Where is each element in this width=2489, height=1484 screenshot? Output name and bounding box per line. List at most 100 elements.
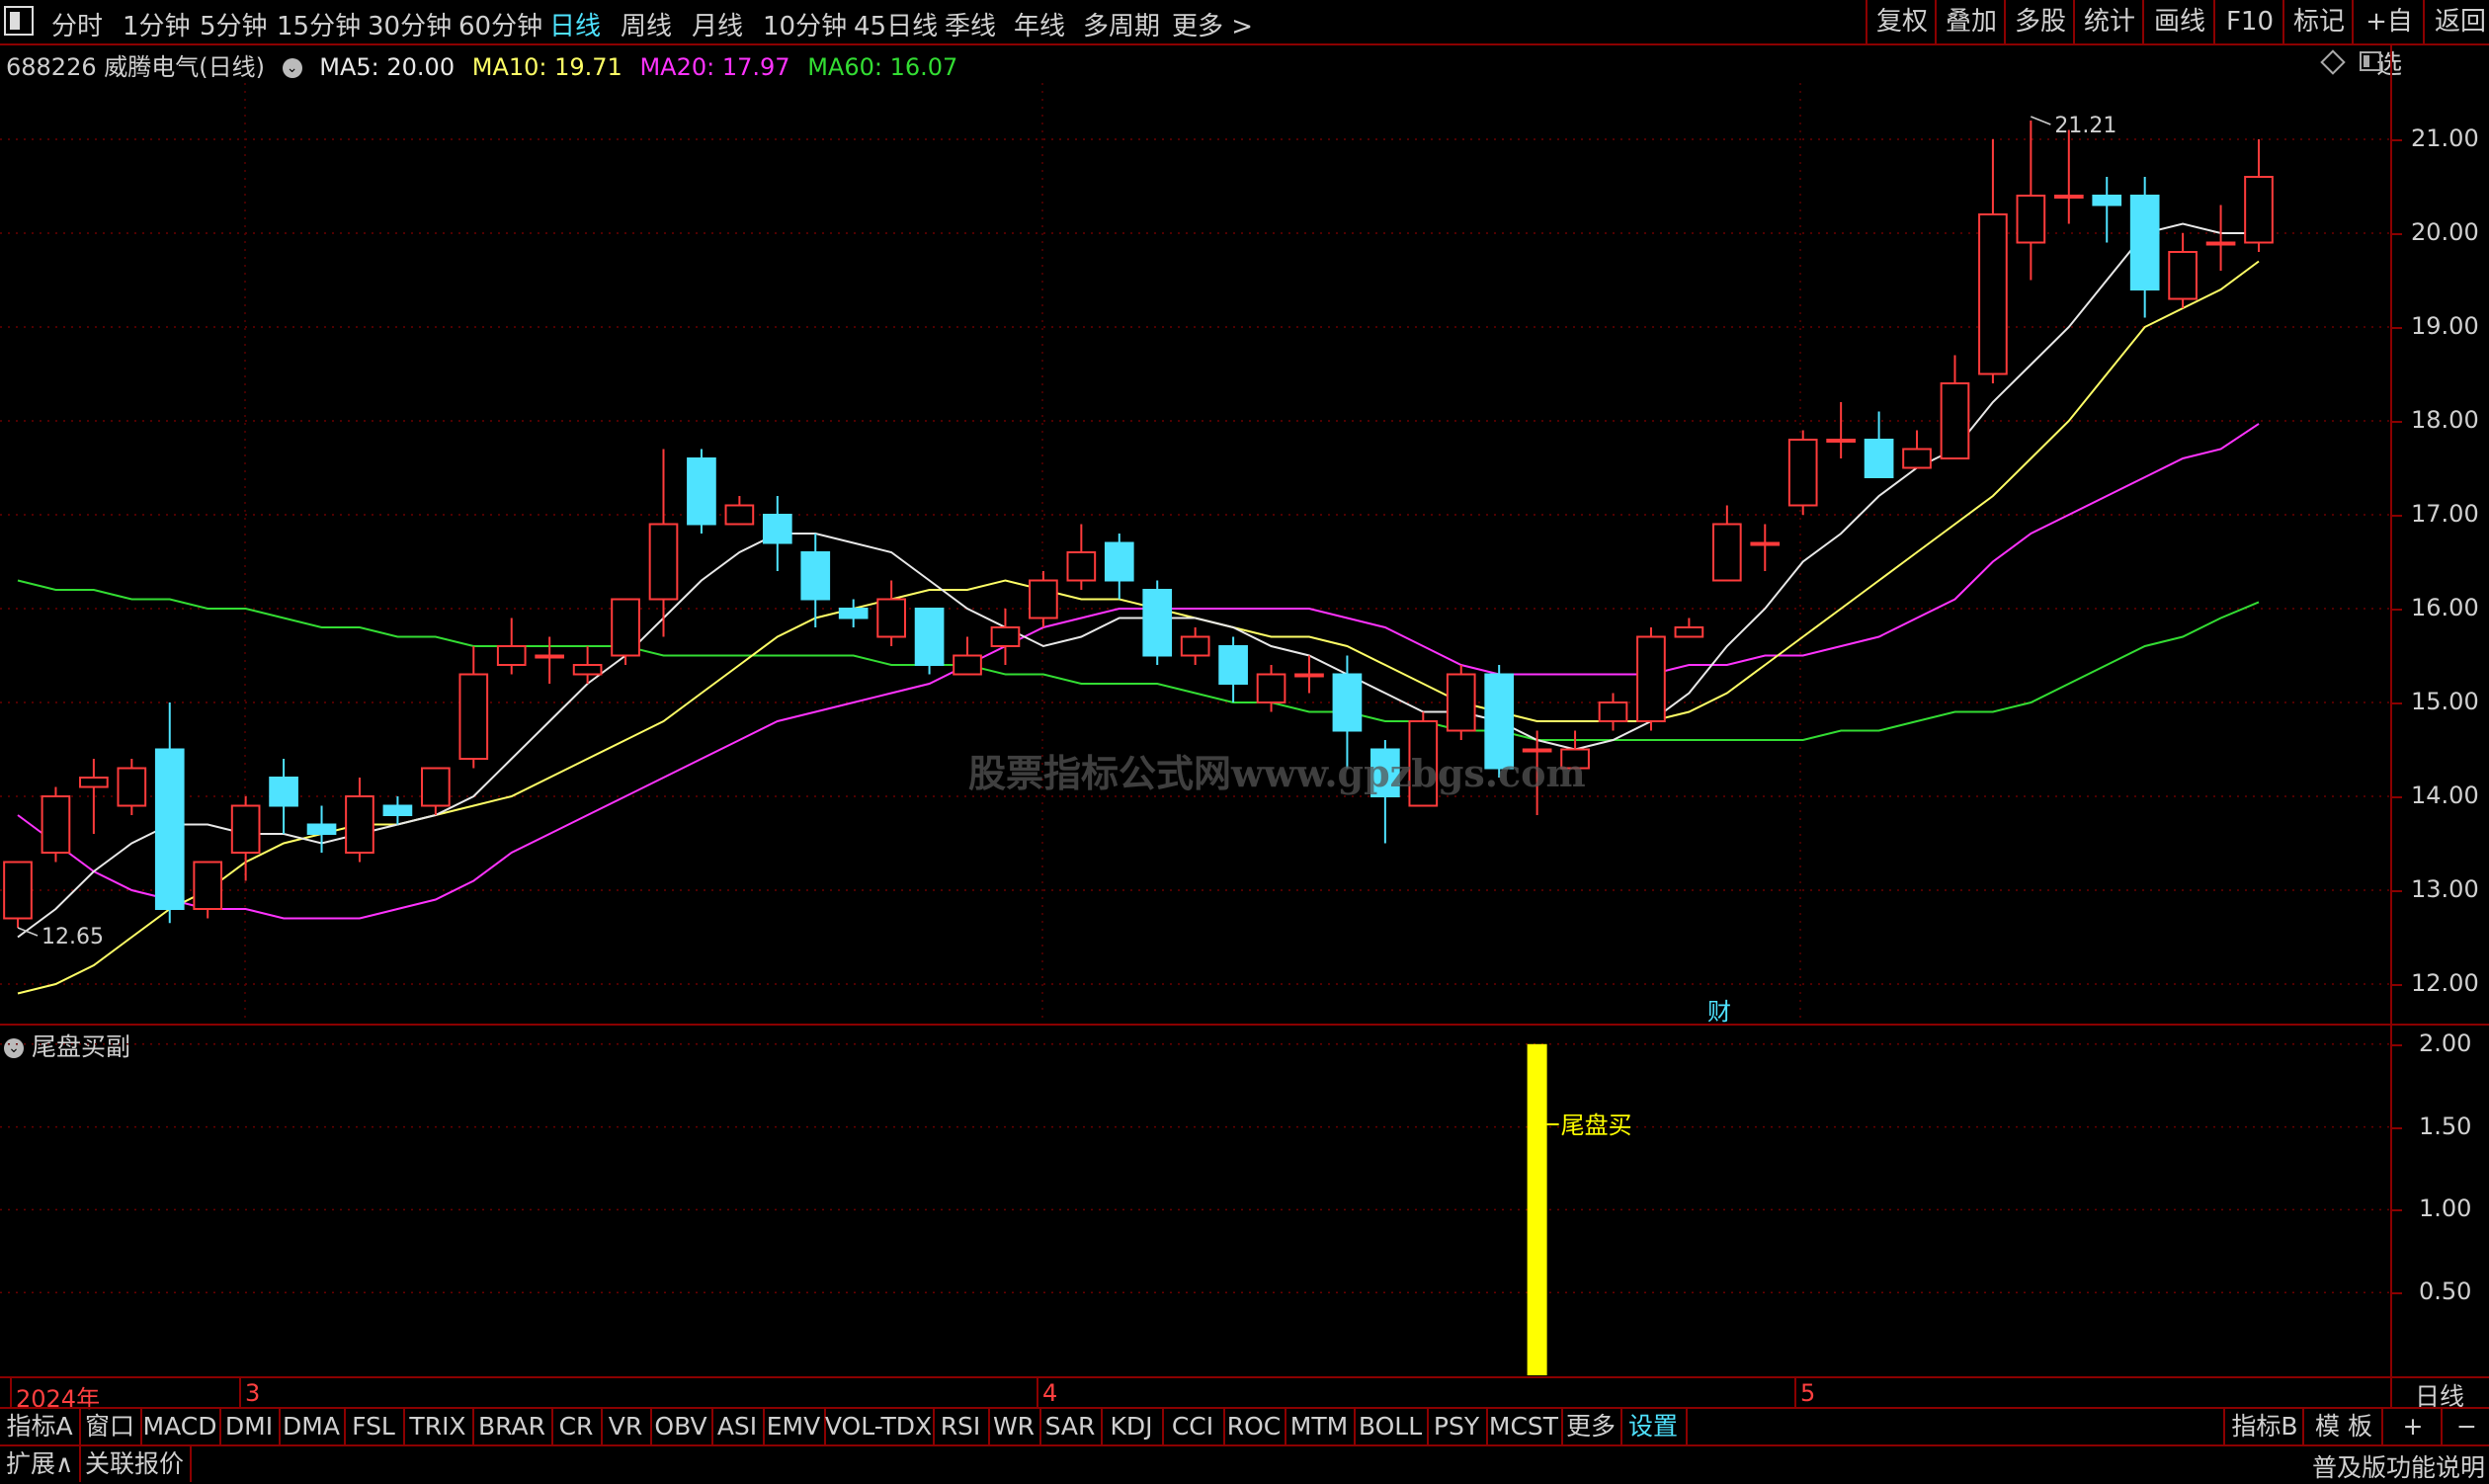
candle[interactable] — [1750, 524, 1781, 572]
period-tab-6[interactable]: 日线 — [549, 6, 601, 42]
indicator-tab-psy[interactable]: PSY — [1427, 1409, 1488, 1444]
candle[interactable] — [1218, 636, 1248, 703]
candle[interactable] — [838, 599, 869, 628]
candle[interactable] — [193, 861, 223, 919]
candle[interactable] — [2016, 121, 2046, 281]
indicator-tab-macd[interactable]: MACD — [140, 1409, 221, 1444]
indicator-tab-dmi[interactable]: DMI — [219, 1409, 281, 1444]
period-tab-11[interactable]: 季线 — [945, 6, 996, 42]
candle[interactable] — [2168, 233, 2198, 308]
bottom-tab-1[interactable]: 关联报价 — [79, 1446, 193, 1482]
period-tab-13[interactable]: 多周期 — [1083, 6, 1160, 42]
candle[interactable] — [611, 598, 640, 666]
candle[interactable] — [1826, 402, 1856, 458]
indicator-tab-trix[interactable]: TRIX — [403, 1409, 474, 1444]
period-tab-5[interactable]: 60分钟 — [458, 6, 542, 42]
candle[interactable] — [1029, 571, 1058, 627]
chevron-down-icon[interactable]: ⌄ — [282, 58, 302, 78]
candle[interactable] — [1598, 693, 1628, 731]
candle[interactable] — [1711, 505, 1742, 582]
candle[interactable] — [1636, 627, 1666, 731]
period-tab-4[interactable]: 30分钟 — [368, 6, 452, 42]
indicator-tab-fsl[interactable]: FSL — [344, 1409, 405, 1444]
period-tab-14[interactable]: 更多 > — [1172, 6, 1253, 42]
indicator-tab-指标a[interactable]: 指标A — [0, 1409, 81, 1444]
signal-chart[interactable]: 尾盘买 — [0, 1028, 2390, 1375]
indicator-tab-mcst[interactable]: MCST — [1486, 1409, 1563, 1444]
period-tab-9[interactable]: 10分钟 — [763, 6, 847, 42]
candle[interactable] — [914, 608, 945, 675]
indicator-tab-vol-tdx[interactable]: VOL-TDX — [824, 1409, 935, 1444]
candle[interactable] — [1104, 534, 1134, 600]
toolbar-button-8[interactable]: 返回 — [2423, 0, 2489, 43]
indicator-tab-brar[interactable]: BRAR — [472, 1409, 553, 1444]
period-tab-0[interactable]: 分时 — [51, 6, 103, 42]
candle[interactable] — [724, 496, 755, 526]
candle[interactable] — [2244, 139, 2274, 252]
candle[interactable] — [41, 786, 71, 863]
finance-marker[interactable]: 财 — [1707, 992, 1731, 1027]
indicator-tab-emv[interactable]: EMV — [763, 1409, 826, 1444]
indicator-tab-obv[interactable]: OBV — [650, 1409, 713, 1444]
candle[interactable] — [876, 580, 906, 647]
candle[interactable] — [154, 702, 185, 924]
candle[interactable] — [1674, 618, 1704, 638]
candle[interactable] — [1142, 580, 1173, 666]
indicator-tab-dma[interactable]: DMA — [279, 1409, 346, 1444]
edition-help-link[interactable]: 普及版功能说明 — [2312, 1448, 2485, 1484]
candle[interactable] — [458, 646, 489, 769]
indicator-right-3[interactable]: − — [2441, 1409, 2489, 1444]
indicator-tab-窗口[interactable]: 窗口 — [79, 1409, 142, 1444]
panel-toggle-icon[interactable] — [2360, 51, 2381, 71]
candle[interactable] — [1180, 627, 1210, 665]
candle[interactable] — [535, 636, 565, 685]
indicator-tab-asi[interactable]: ASI — [711, 1409, 765, 1444]
candle[interactable] — [345, 778, 374, 863]
candle[interactable] — [117, 759, 147, 815]
candle[interactable] — [1787, 430, 1818, 516]
candle[interactable] — [1978, 139, 2008, 383]
period-tab-8[interactable]: 月线 — [692, 6, 743, 42]
toolbar-button-2[interactable]: 多股 — [2004, 0, 2075, 43]
candle[interactable] — [953, 636, 982, 676]
candle[interactable] — [421, 767, 451, 816]
candle[interactable] — [2129, 177, 2160, 318]
candle[interactable] — [2205, 205, 2236, 272]
candle[interactable] — [572, 646, 603, 684]
toolbar-button-3[interactable]: 统计 — [2073, 0, 2144, 43]
candle[interactable] — [687, 449, 716, 535]
period-tab-12[interactable]: 年线 — [1014, 6, 1065, 42]
candle[interactable] — [990, 609, 1021, 665]
period-tab-10[interactable]: 45日线 — [854, 6, 938, 42]
menu-icon[interactable] — [4, 6, 34, 36]
indicator-tab-sar[interactable]: SAR — [1039, 1409, 1103, 1444]
indicator-tab-wr[interactable]: WR — [988, 1409, 1041, 1444]
candle[interactable] — [1940, 355, 1970, 459]
toolbar-button-5[interactable]: F10 — [2213, 0, 2284, 43]
candle[interactable] — [2092, 177, 2122, 243]
toolbar-button-7[interactable]: +自选 — [2352, 0, 2425, 80]
kline-chart[interactable]: 21.21 12.65 — [0, 83, 2390, 1022]
tail-buy-signal-bar[interactable] — [1527, 1043, 1547, 1375]
indicator-tab-cci[interactable]: CCI — [1162, 1409, 1225, 1444]
indicator-tab-rsi[interactable]: RSI — [933, 1409, 990, 1444]
indicator-tab-mtm[interactable]: MTM — [1285, 1409, 1356, 1444]
toolbar-button-4[interactable]: 画线 — [2142, 0, 2215, 43]
candle[interactable] — [496, 618, 527, 675]
candle[interactable] — [1864, 411, 1894, 478]
period-tab-2[interactable]: 5分钟 — [200, 6, 268, 42]
candle[interactable] — [2053, 129, 2084, 224]
indicator-tab-roc[interactable]: ROC — [1223, 1409, 1286, 1444]
indicator-tab-vr[interactable]: VR — [601, 1409, 652, 1444]
indicator-right-0[interactable]: 指标B — [2223, 1409, 2304, 1444]
candle[interactable] — [1446, 665, 1476, 740]
diamond-icon[interactable] — [2320, 49, 2346, 75]
indicator-right-2[interactable]: + — [2381, 1409, 2443, 1444]
candle[interactable] — [269, 759, 298, 834]
indicator-tab-cr[interactable]: CR — [551, 1409, 603, 1444]
candle[interactable] — [762, 496, 792, 571]
indicator-tab-设置[interactable]: 设置 — [1620, 1409, 1688, 1444]
toolbar-button-1[interactable]: 叠加 — [1935, 0, 2006, 43]
bottom-tab-0[interactable]: 扩展∧ — [0, 1446, 82, 1482]
toolbar-button-0[interactable]: 复权 — [1866, 0, 1937, 43]
